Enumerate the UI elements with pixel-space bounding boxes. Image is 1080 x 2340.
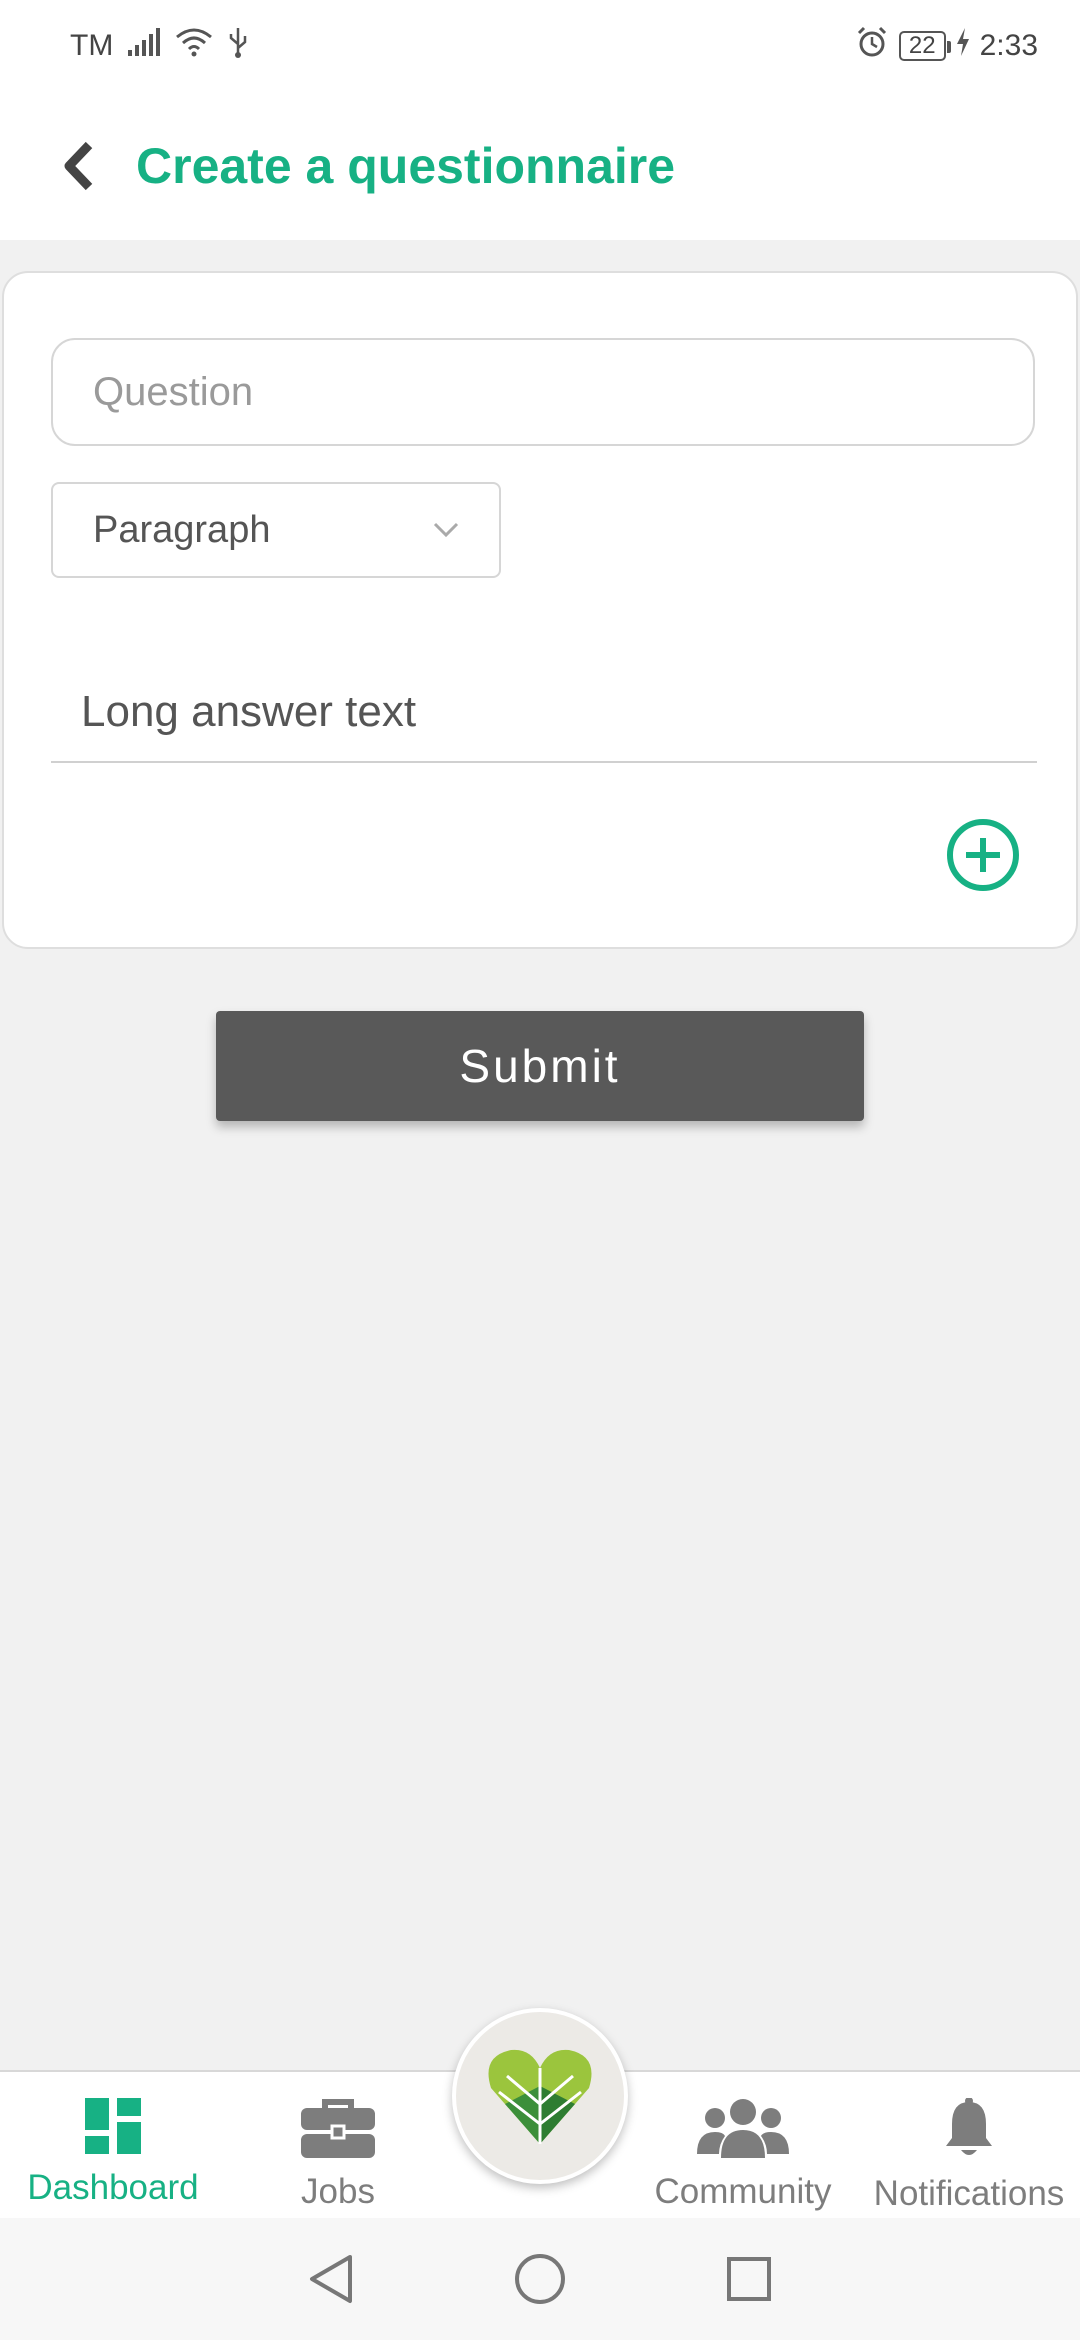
community-icon [697, 2099, 789, 2158]
back-triangle-icon[interactable] [308, 2253, 354, 2305]
dashboard-icon [85, 2098, 141, 2154]
back-button[interactable] [56, 136, 100, 196]
chevron-down-icon [433, 522, 459, 538]
briefcase-icon [301, 2099, 375, 2158]
system-nav-bar [0, 2218, 1080, 2340]
status-bar: TM 22 2:33 [0, 0, 1080, 92]
nav-item-notifications[interactable]: Notifications [864, 2072, 1074, 2220]
home-circle-icon[interactable] [514, 2253, 566, 2305]
wifi-icon [175, 27, 213, 65]
app-header: Create a questionnaire [0, 92, 1080, 240]
usb-icon [227, 26, 249, 66]
nav-label-dashboard: Dashboard [27, 2168, 199, 2207]
long-answer-label: Long answer text [81, 687, 417, 736]
nav-label-notifications: Notifications [873, 2174, 1065, 2213]
clock-time: 2:33 [979, 29, 1038, 62]
alarm-icon [855, 25, 889, 67]
question-input[interactable] [51, 338, 1035, 446]
nav-item-jobs[interactable]: Jobs [233, 2072, 443, 2220]
heart-leaf-logo [488, 2049, 592, 2144]
battery-icon: 22 [898, 31, 951, 61]
question-type-value: Paragraph [93, 508, 271, 551]
center-logo-button[interactable] [452, 2008, 628, 2184]
signal-icon [127, 28, 161, 64]
add-question-button[interactable] [946, 818, 1020, 892]
status-right: 22 2:33 [855, 25, 1038, 67]
question-card: Paragraph Long answer text [2, 271, 1078, 949]
nav-item-dashboard[interactable]: Dashboard [8, 2072, 218, 2220]
recents-square-icon[interactable] [726, 2256, 772, 2302]
nav-item-community[interactable]: Community [638, 2072, 848, 2220]
page-title: Create a questionnaire [136, 138, 676, 194]
nav-label-jobs: Jobs [301, 2172, 375, 2211]
battery-level: 22 [908, 32, 936, 59]
nav-label-community: Community [654, 2172, 832, 2211]
status-left: TM [70, 26, 249, 66]
question-type-select[interactable]: Paragraph [51, 482, 501, 578]
plus-circle-icon [947, 819, 1019, 891]
submit-button[interactable]: Submit [216, 1011, 864, 1121]
long-answer-preview: Long answer text [51, 663, 1037, 763]
carrier-label: TM [70, 29, 114, 62]
chevron-left-icon [64, 141, 93, 191]
charging-icon [956, 28, 970, 64]
bell-icon [946, 2098, 992, 2155]
